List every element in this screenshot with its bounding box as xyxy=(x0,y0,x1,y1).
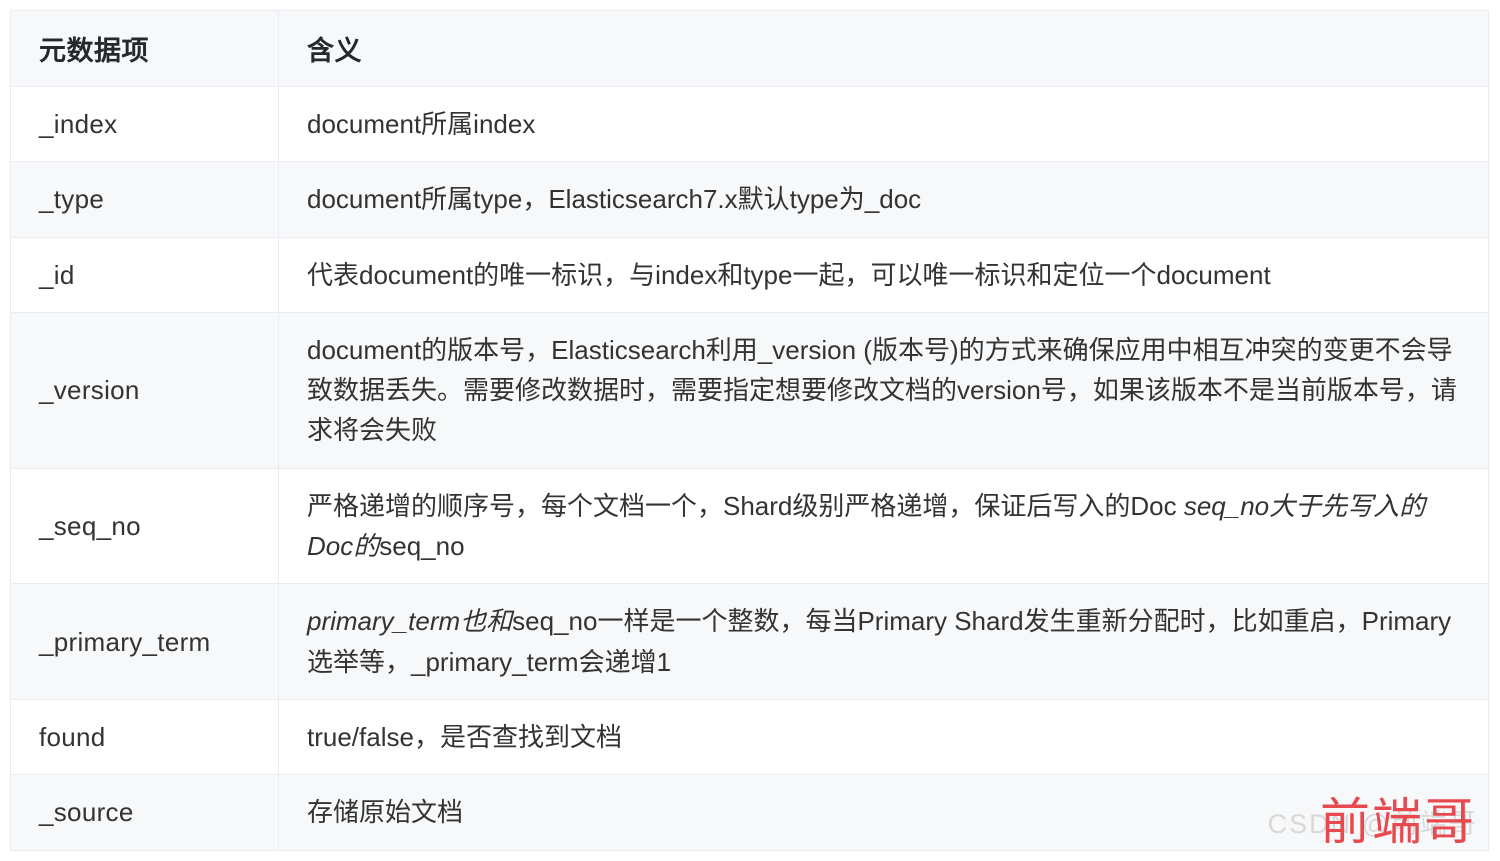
metadata-item-cell: _index xyxy=(10,85,279,163)
table-row: _index document所属index xyxy=(10,85,1489,163)
meaning-cell: document所属type，Elasticsearch7.x默认type为_d… xyxy=(278,161,1489,238)
table-row: _source 存储原始文档 xyxy=(10,774,1489,851)
metadata-item-cell: found xyxy=(10,698,279,776)
table-header-row: 元数据项 含义 xyxy=(10,10,1489,87)
metadata-item-cell: _source xyxy=(10,774,279,851)
metadata-item-cell: _id xyxy=(10,236,279,313)
metadata-item-cell: _primary_term xyxy=(10,583,279,700)
meaning-cell: document的版本号，Elasticsearch利用_version (版本… xyxy=(278,311,1489,469)
meaning-cell: 存储原始文档 xyxy=(278,774,1489,851)
table-row: _id 代表document的唯一标识，与index和type一起，可以唯一标识和… xyxy=(10,236,1489,313)
table-row: _seq_no 严格递增的顺序号，每个文档一个，Shard级别严格递增，保证后写入… xyxy=(10,467,1489,585)
table-body: _index document所属index _type document所属type… xyxy=(10,85,1489,851)
meaning-cell: primary_term也和seq_no一样是一个整数，每当Primary Sh… xyxy=(278,583,1489,700)
table-row: _version document的版本号，Elasticsearch利用_ver… xyxy=(10,311,1489,469)
table-row: _primary_term primary_term也和seq_no一样是一个整数… xyxy=(10,583,1489,700)
table-row: found true/false，是否查找到文档 xyxy=(10,698,1489,776)
meaning-text-segment: seq_no xyxy=(379,531,465,562)
meaning-cell: document所属index xyxy=(278,85,1489,163)
column-header-meaning: 含义 xyxy=(278,10,1489,87)
meaning-text-segment: primary_term也和 xyxy=(307,606,513,637)
meaning-text-segment: document所属type，Elasticsearch7.x默认type为_d… xyxy=(307,184,922,215)
meaning-text-segment: 严格递增的顺序号，每个文档一个，Shard级别严格递增，保证后写入的Doc xyxy=(307,490,1184,521)
metadata-item-cell: _seq_no xyxy=(10,467,279,585)
meaning-text-segment: 存储原始文档 xyxy=(307,797,464,828)
page-root: 元数据项 含义 _index document所属index _type docume… xyxy=(0,0,1500,861)
meaning-cell: 代表document的唯一标识，与index和type一起，可以唯一标识和定位一… xyxy=(278,236,1489,313)
meaning-text-segment: document所属index xyxy=(307,109,536,139)
metadata-item-cell: _version xyxy=(10,311,279,469)
table-header: 元数据项 含义 xyxy=(10,10,1489,87)
metadata-item-cell: _type xyxy=(10,161,279,238)
table-row: _type document所属type，Elasticsearch7.x默认ty… xyxy=(10,161,1489,238)
meaning-text-segment: true/false，是否查找到文档 xyxy=(307,721,622,752)
metadata-table-container: 元数据项 含义 _index document所属index _type docume… xyxy=(10,10,1489,851)
meaning-cell: 严格递增的顺序号，每个文档一个，Shard级别严格递增，保证后写入的Doc se… xyxy=(278,467,1489,585)
meaning-cell: true/false，是否查找到文档 xyxy=(278,698,1489,776)
meaning-text-segment: document的版本号，Elasticsearch利用_version (版本… xyxy=(307,334,1457,446)
metadata-table: 元数据项 含义 _index document所属index _type docume… xyxy=(10,10,1489,851)
column-header-metadata-item: 元数据项 xyxy=(10,10,279,87)
meaning-text-segment: 代表document的唯一标识，与index和type一起，可以唯一标识和定位一… xyxy=(307,259,1271,290)
